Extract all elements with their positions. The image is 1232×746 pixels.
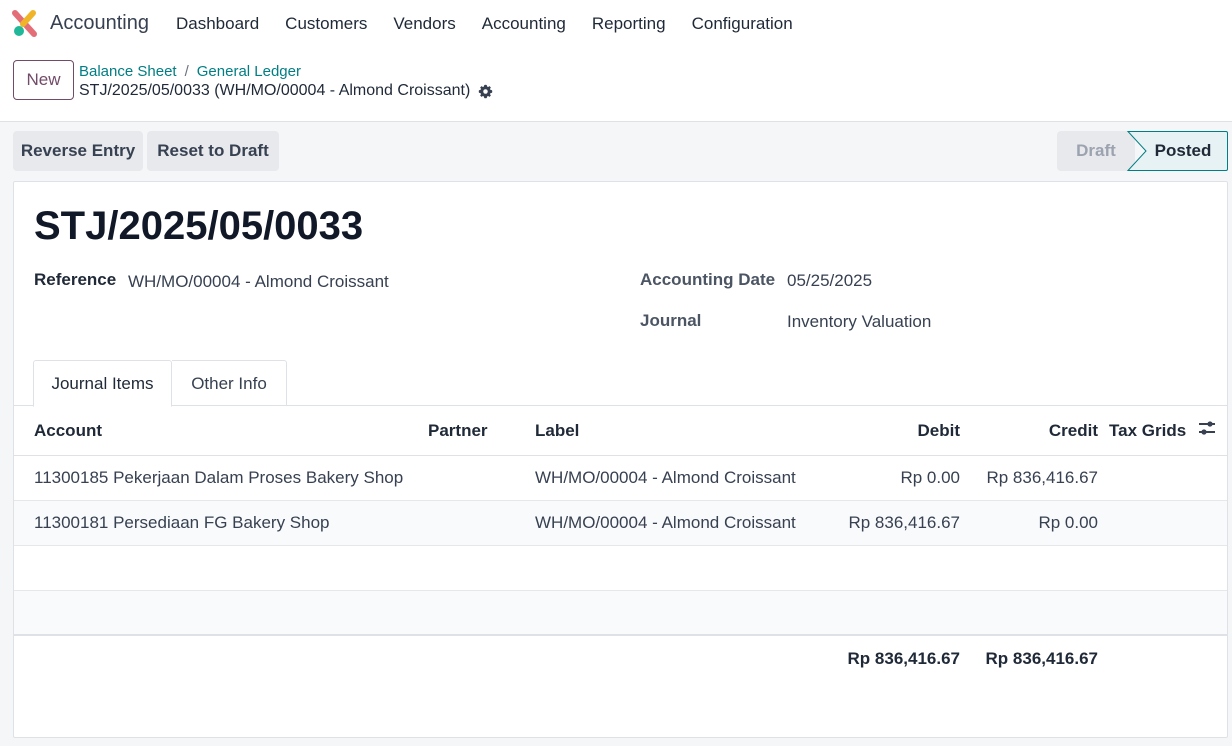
col-tax-grids[interactable]: Tax Grids: [1098, 407, 1198, 456]
total-spacer: [535, 634, 815, 681]
accounting-date-label: Accounting Date: [640, 270, 776, 289]
col-account[interactable]: Account: [14, 407, 428, 456]
breadcrumb-balance-sheet[interactable]: Balance Sheet: [79, 63, 177, 80]
form-sheet: STJ/2025/05/0033 Reference WH/MO/00004 -…: [13, 181, 1228, 738]
menu-reporting[interactable]: Reporting: [592, 14, 666, 34]
cell-label[interactable]: WH/MO/00004 - Almond Croissant: [535, 500, 815, 546]
notebook-tabs: Journal Items Other Info: [14, 360, 1227, 407]
col-partner[interactable]: Partner: [428, 407, 535, 456]
app-logo-icon[interactable]: [12, 10, 38, 38]
cell-label[interactable]: WH/MO/00004 - Almond Croissant: [535, 455, 815, 501]
total-spacer: [1098, 634, 1198, 681]
reset-to-draft-button[interactable]: Reset to Draft: [147, 131, 279, 171]
table-row[interactable]: 11300181 Persediaan FG Bakery Shop WH/MO…: [14, 500, 1227, 546]
empty-cell: [14, 590, 1227, 636]
total-spacer: [428, 634, 535, 681]
tab-journal-items[interactable]: Journal Items: [33, 360, 172, 407]
reset-to-draft-label: Reset to Draft: [157, 141, 269, 160]
accounting-date-value[interactable]: 05/25/2025: [787, 271, 872, 291]
menu-vendors[interactable]: Vendors: [393, 14, 455, 34]
reverse-entry-button[interactable]: Reverse Entry: [13, 131, 143, 171]
status-bar: Draft Posted: [1057, 131, 1228, 171]
cell-tax-grids[interactable]: [1098, 500, 1198, 546]
breadcrumb-separator: /: [184, 63, 189, 80]
total-credit: Rp 836,416.67: [960, 634, 1098, 681]
cell-credit[interactable]: Rp 836,416.67: [960, 455, 1098, 501]
journal-value[interactable]: Inventory Valuation: [787, 312, 931, 332]
cell-spacer: [1198, 500, 1227, 546]
empty-row: [14, 590, 1227, 636]
cell-debit[interactable]: Rp 0.00: [815, 455, 960, 501]
col-credit[interactable]: Credit: [960, 407, 1098, 456]
totals-row: Rp 836,416.67 Rp 836,416.67: [14, 634, 1227, 681]
sliders-icon[interactable]: [1198, 420, 1216, 436]
menu-accounting[interactable]: Accounting: [482, 14, 566, 34]
app-name[interactable]: Accounting: [50, 12, 149, 35]
empty-cell: [14, 545, 1227, 591]
record-name: STJ/2025/05/0033 (WH/MO/00004 - Almond C…: [79, 82, 493, 100]
top-navbar: Accounting Dashboard Customers Vendors A…: [0, 0, 1232, 48]
record-name-text: STJ/2025/05/0033 (WH/MO/00004 - Almond C…: [79, 82, 471, 99]
cell-account[interactable]: 11300185 Pekerjaan Dalam Proses Bakery S…: [14, 455, 428, 501]
menu-customers[interactable]: Customers: [285, 14, 367, 34]
cell-partner[interactable]: [428, 500, 535, 546]
control-panel: New Balance Sheet / General Ledger STJ/202…: [0, 48, 1232, 122]
reference-label: Reference: [34, 270, 117, 289]
cell-debit[interactable]: Rp 836,416.67: [815, 500, 960, 546]
main-menu: Dashboard Customers Vendors Accounting R…: [176, 14, 819, 34]
optional-columns-toggle[interactable]: [1198, 407, 1227, 456]
total-debit: Rp 836,416.67: [815, 634, 960, 681]
entry-title: STJ/2025/05/0033: [34, 204, 364, 248]
cell-partner[interactable]: [428, 455, 535, 501]
total-spacer: [14, 634, 428, 681]
menu-configuration[interactable]: Configuration: [692, 14, 793, 34]
breadcrumb: Balance Sheet / General Ledger: [79, 63, 301, 80]
status-posted[interactable]: Posted: [1128, 131, 1228, 171]
cell-credit[interactable]: Rp 0.00: [960, 500, 1098, 546]
empty-row: [14, 545, 1227, 591]
table-row[interactable]: 11300185 Pekerjaan Dalam Proses Bakery S…: [14, 455, 1227, 501]
new-button[interactable]: New: [13, 60, 74, 100]
cell-tax-grids[interactable]: [1098, 455, 1198, 501]
cell-account[interactable]: 11300181 Persediaan FG Bakery Shop: [14, 500, 428, 546]
reference-value[interactable]: WH/MO/00004 - Almond Croissant: [128, 272, 389, 292]
reverse-entry-label: Reverse Entry: [20, 141, 136, 160]
menu-dashboard[interactable]: Dashboard: [176, 14, 259, 34]
tab-other-info[interactable]: Other Info: [172, 360, 287, 406]
total-spacer: [1198, 634, 1227, 681]
journal-label: Journal: [640, 311, 702, 330]
journal-items-table: Account Partner Label Debit Credit Tax G…: [14, 407, 1227, 681]
col-debit[interactable]: Debit: [815, 407, 960, 456]
breadcrumb-general-ledger[interactable]: General Ledger: [197, 63, 301, 80]
col-label[interactable]: Label: [535, 407, 815, 456]
gear-icon[interactable]: [478, 84, 493, 99]
cell-spacer: [1198, 455, 1227, 501]
